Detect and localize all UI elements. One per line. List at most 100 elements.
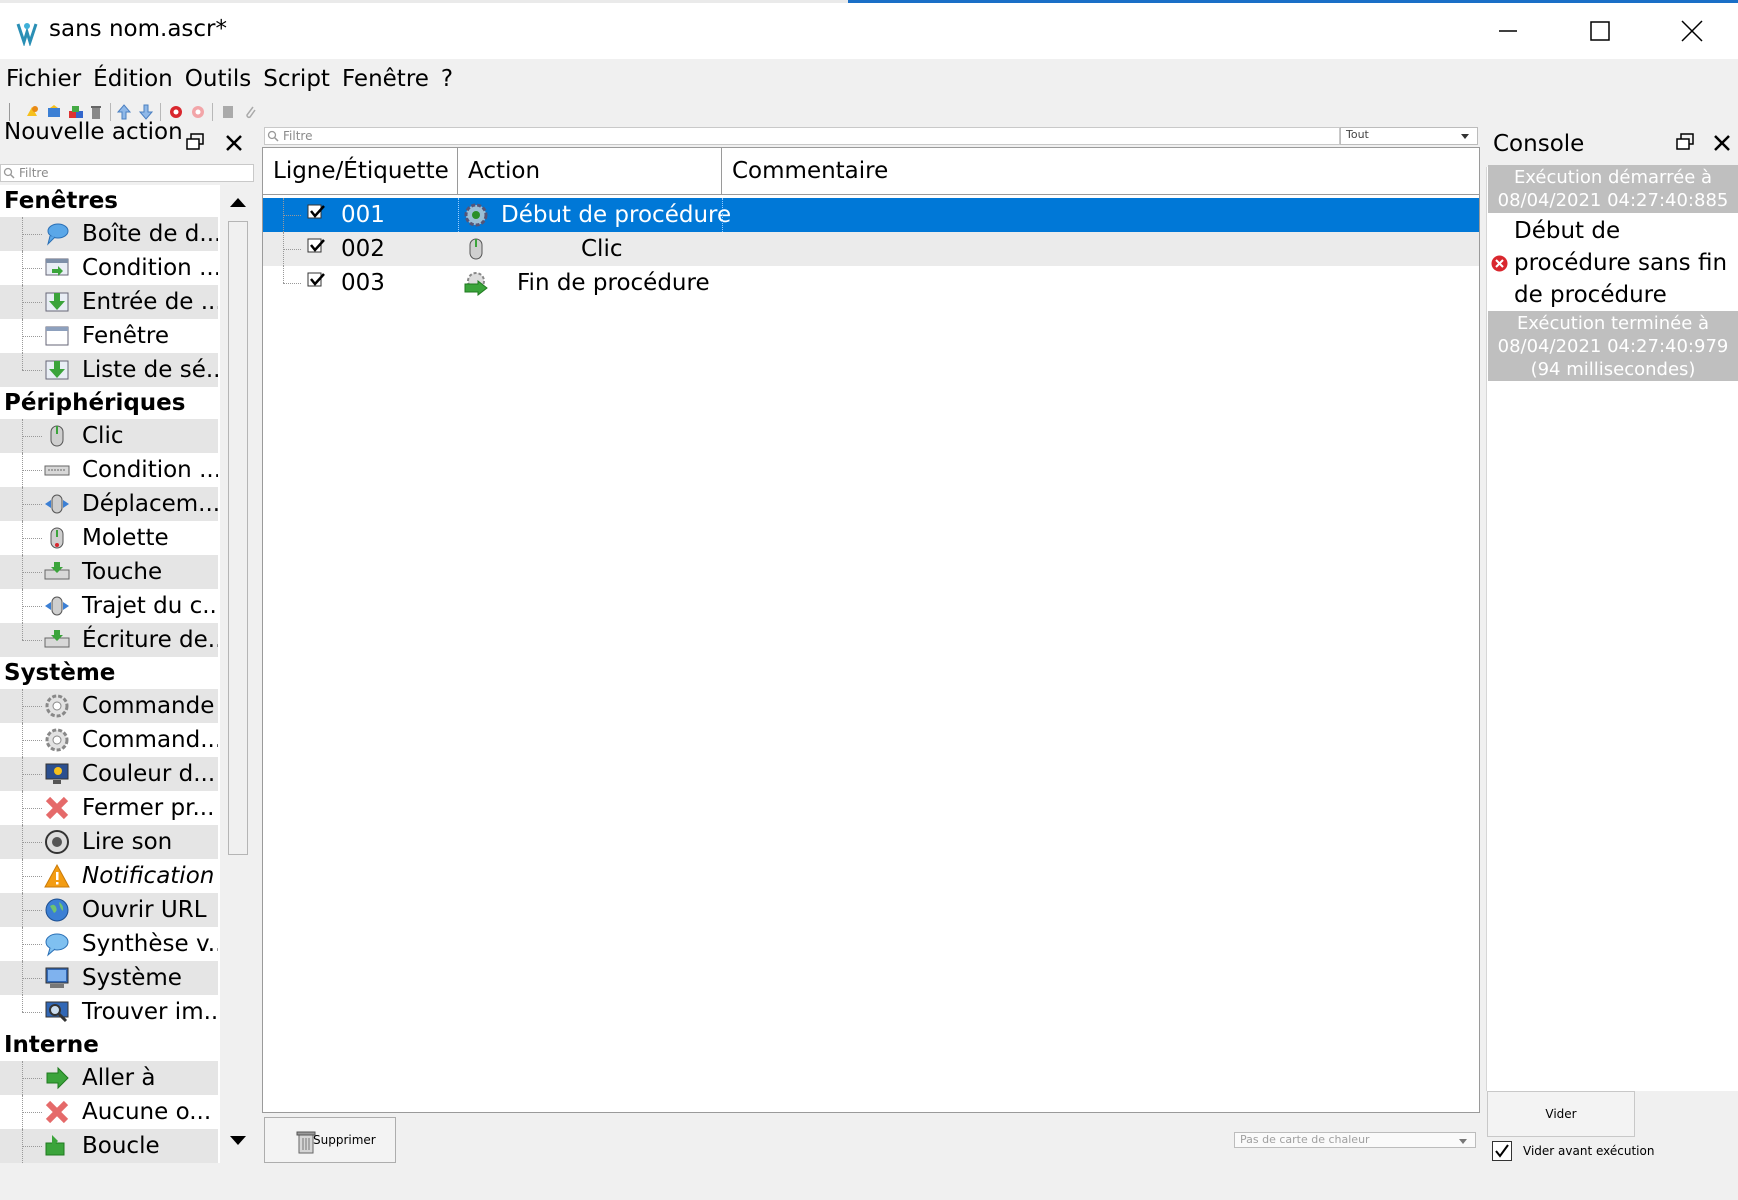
maximize-button[interactable] <box>1554 3 1646 59</box>
menu-fichier[interactable]: Fichier <box>6 66 81 92</box>
stop-icon[interactable] <box>190 104 206 120</box>
script-filter-placeholder: Filtre <box>283 129 313 143</box>
close-panel-icon[interactable] <box>225 134 243 152</box>
red-x-icon <box>45 1100 69 1124</box>
action-filter-input[interactable]: Filtre <box>0 164 254 182</box>
heatmap-select[interactable]: Pas de carte de chaleur <box>1234 1132 1476 1148</box>
action-label: Système <box>82 965 182 991</box>
menu-help[interactable]: ? <box>441 66 453 92</box>
action-label: Lire son <box>82 829 173 855</box>
action-item-trajet-du-curseur[interactable]: Trajet du c... <box>0 589 218 623</box>
action-item-liste-de-selection[interactable]: Liste de sé... <box>0 353 218 387</box>
row-action: Clic <box>581 236 623 262</box>
trash-icon[interactable] <box>88 104 104 120</box>
action-label: Commande <box>82 693 215 719</box>
category-systeme[interactable]: Système <box>4 657 220 689</box>
scroll-down-icon[interactable] <box>229 1135 247 1147</box>
action-item-commande[interactable]: Commande <box>0 689 218 723</box>
action-item-boucle[interactable]: Boucle <box>0 1129 218 1163</box>
action-label: Condition ... <box>82 255 218 281</box>
move-down-icon[interactable] <box>138 104 154 120</box>
table-row[interactable]: 001 Début de procédure <box>263 198 1479 232</box>
heatmap-select-value: Pas de carte de chaleur <box>1240 1133 1370 1146</box>
menu-script[interactable]: Script <box>263 66 330 92</box>
document-icon[interactable] <box>220 104 236 120</box>
undock-icon[interactable] <box>186 133 204 151</box>
column-header-action[interactable]: Action <box>458 148 722 194</box>
action-item-entree-de[interactable]: Entrée de ... <box>0 285 218 319</box>
key-icon <box>44 562 70 580</box>
dialog-box-icon <box>47 223 69 246</box>
action-item-deplacement[interactable]: Déplacem... <box>0 487 218 521</box>
gear-icon <box>45 694 69 718</box>
category-fenetres[interactable]: Fenêtres <box>4 185 220 217</box>
action-item-molette[interactable]: Molette <box>0 521 218 555</box>
action-item-lire-son[interactable]: Lire son <box>0 825 218 859</box>
column-header-comment[interactable]: Commentaire <box>722 148 1479 194</box>
action-item-aucune-operation[interactable]: Aucune o... <box>0 1095 218 1129</box>
undock-icon[interactable] <box>1676 133 1694 151</box>
clear-before-run-checkbox[interactable] <box>1492 1141 1512 1161</box>
close-panel-icon[interactable] <box>1713 134 1731 152</box>
new-script-icon[interactable] <box>24 104 40 120</box>
checkbox-checked-icon[interactable] <box>307 272 327 292</box>
maximize-icon <box>1590 21 1610 41</box>
action-item-couleur-du-pixel[interactable]: Couleur d... <box>0 757 218 791</box>
table-row[interactable]: 002 Clic <box>263 232 1479 266</box>
action-item-touche[interactable]: Touche <box>0 555 218 589</box>
category-peripheriques[interactable]: Périphériques <box>4 387 220 419</box>
action-item-ecriture-de-texte[interactable]: Écriture de... <box>0 623 218 657</box>
toolbar <box>0 99 1738 125</box>
action-item-trouver-image[interactable]: Trouver im... <box>0 995 218 1029</box>
scroll-up-icon[interactable] <box>229 196 247 208</box>
checkbox-checked-icon[interactable] <box>307 238 327 258</box>
action-item-boite-de-dialogue[interactable]: Boîte de d... <box>0 217 218 251</box>
table-row[interactable]: 003 Fin de procédure <box>263 266 1479 300</box>
menu-outils[interactable]: Outils <box>185 66 251 92</box>
action-item-notification[interactable]: Notification <box>0 859 218 893</box>
loop-icon <box>45 1135 65 1156</box>
title-bar: sans nom.ascr* <box>0 3 1738 59</box>
script-filter-input[interactable]: Filtre <box>264 127 1340 145</box>
procedure-start-icon <box>464 203 488 227</box>
action-item-ouvrir-url[interactable]: Ouvrir URL <box>0 893 218 927</box>
clear-console-button[interactable]: Vider <box>1487 1091 1635 1137</box>
move-up-icon[interactable] <box>116 104 132 120</box>
checkbox-checked-icon[interactable] <box>307 204 327 224</box>
action-label: Notification <box>82 863 215 889</box>
action-item-fenetre[interactable]: Fenêtre <box>0 319 218 353</box>
scrollbar-thumb[interactable] <box>228 221 248 855</box>
minimize-button[interactable] <box>1462 3 1554 59</box>
save-script-icon[interactable] <box>68 104 84 120</box>
action-tree-scrollbar[interactable] <box>222 185 254 1163</box>
mouse-click-icon <box>469 238 483 260</box>
column-header-line[interactable]: Ligne/Étiquette <box>263 148 458 194</box>
search-icon <box>3 167 15 179</box>
action-item-synthese-vocale[interactable]: Synthèse v... <box>0 927 218 961</box>
menu-fenetre[interactable]: Fenêtre <box>342 66 429 92</box>
action-item-condition-clavier[interactable]: Condition ... <box>0 453 218 487</box>
action-item-aller-a[interactable]: Aller à <box>0 1061 218 1095</box>
speech-bubble-icon <box>45 933 69 957</box>
console-title: Console <box>1493 131 1585 157</box>
row-line-number: 001 <box>341 202 385 228</box>
filter-scope-select[interactable]: Tout <box>1340 127 1478 145</box>
action-item-condition-fenetre[interactable]: Condition ... <box>0 251 218 285</box>
window-icon <box>45 326 69 346</box>
menu-edition[interactable]: Édition <box>93 66 173 92</box>
run-icon[interactable] <box>168 104 184 120</box>
close-icon <box>1681 20 1703 42</box>
category-interne[interactable]: Interne <box>4 1029 220 1061</box>
action-item-commande-2[interactable]: Command... <box>0 723 218 757</box>
attach-icon[interactable] <box>242 104 258 120</box>
close-button[interactable] <box>1646 3 1738 59</box>
action-item-clic[interactable]: Clic <box>0 419 218 453</box>
speaker-icon <box>45 830 69 854</box>
delete-button[interactable]: Supprimer <box>264 1117 396 1163</box>
globe-icon <box>45 898 69 922</box>
chevron-down-icon <box>1459 1139 1467 1144</box>
action-item-systeme[interactable]: Système <box>0 961 218 995</box>
action-item-fermer-processus[interactable]: Fermer pr... <box>0 791 218 825</box>
open-script-icon[interactable] <box>46 104 62 120</box>
goto-arrow-icon <box>46 1066 69 1090</box>
